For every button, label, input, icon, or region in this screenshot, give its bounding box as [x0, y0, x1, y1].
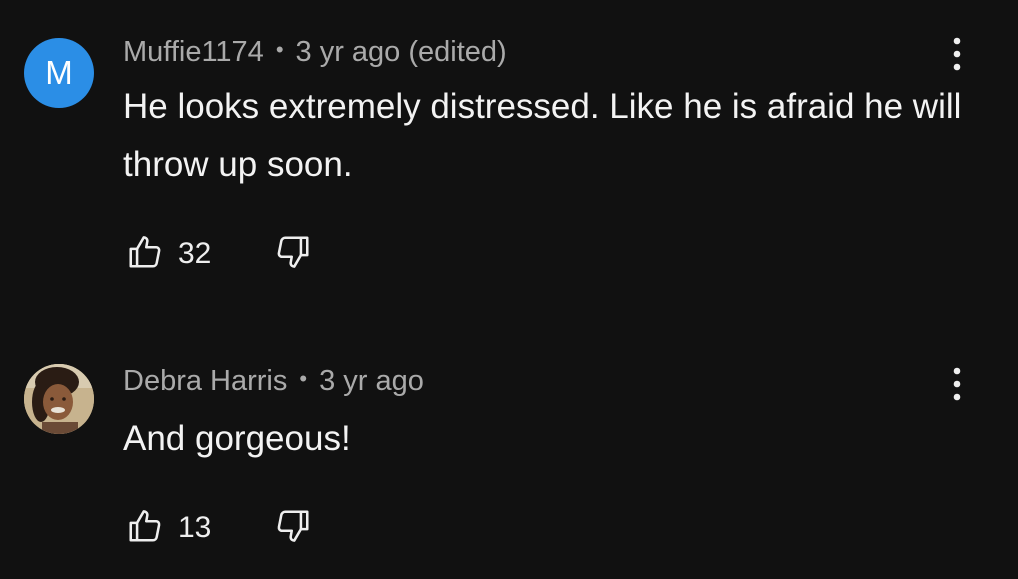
like-button[interactable]: 13 [126, 507, 238, 550]
meta-separator: • [299, 366, 308, 391]
meta-separator: • [275, 37, 284, 62]
comment-meta: Debra Harris • 3 yr ago [123, 365, 424, 398]
like-count: 13 [178, 511, 212, 544]
comment-text: And gorgeous! [123, 419, 351, 458]
dislike-button[interactable] [274, 507, 312, 550]
thumbs-up-icon [126, 233, 164, 276]
like-button[interactable]: 32 [126, 233, 238, 276]
more-menu-button[interactable] [946, 364, 968, 404]
avatar-letter: M [45, 54, 73, 91]
avatar[interactable] [24, 364, 94, 434]
comment: M Muffie1174 • 3 yr ago (edited) He looks … [0, 0, 1018, 320]
more-vert-icon [946, 367, 968, 408]
thumbs-up-icon [126, 507, 164, 550]
comment-meta: Muffie1174 • 3 yr ago (edited) [123, 36, 507, 69]
timestamp[interactable]: 3 yr ago (edited) [296, 36, 507, 68]
more-vert-icon [946, 37, 968, 78]
comment-actions: 13 [126, 508, 312, 548]
timestamp[interactable]: 3 yr ago [319, 365, 424, 397]
more-menu-button[interactable] [946, 34, 968, 74]
thumbs-down-icon [274, 233, 312, 276]
avatar[interactable]: M [24, 38, 94, 108]
like-count: 32 [178, 237, 212, 270]
comment-text: He looks extremely distressed. Like he i… [123, 87, 962, 184]
thumbs-down-icon [274, 507, 312, 550]
comment-actions: 32 [126, 234, 312, 274]
comment: Debra Harris • 3 yr ago And gorgeous! 13 [0, 340, 1018, 579]
dislike-button[interactable] [274, 233, 312, 276]
author-name[interactable]: Muffie1174 [123, 36, 264, 68]
avatar-photo [24, 364, 94, 434]
author-name[interactable]: Debra Harris [123, 365, 287, 397]
